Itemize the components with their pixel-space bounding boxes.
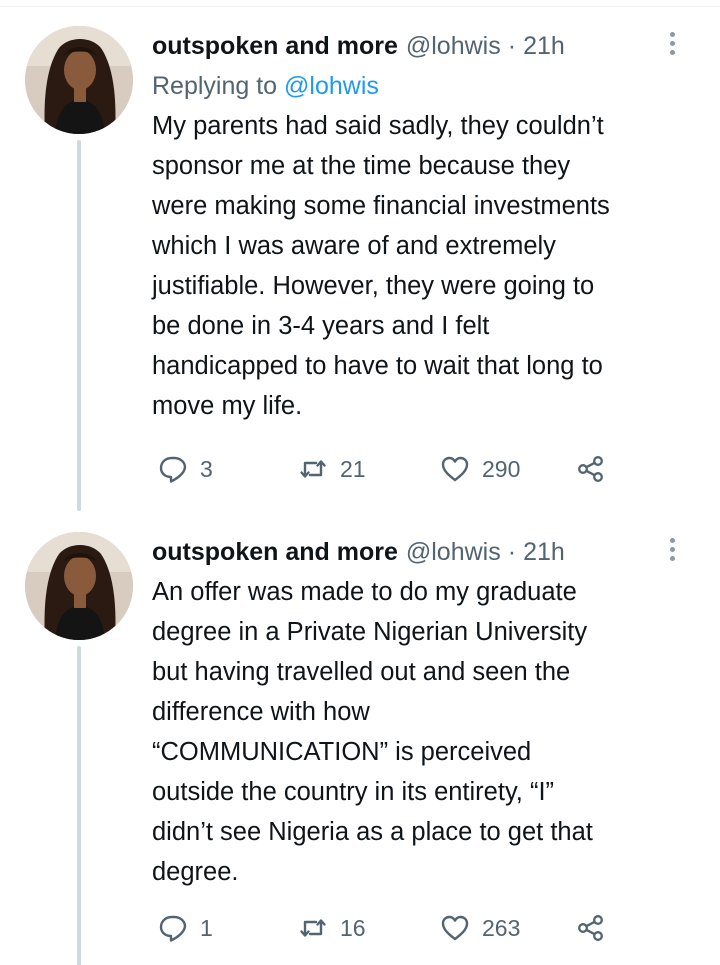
- retweet-icon: [300, 919, 326, 937]
- reply-count: 1: [200, 915, 213, 941]
- retweet-button[interactable]: 16: [298, 908, 366, 948]
- replying-to: Replying to @lohwis: [152, 66, 700, 106]
- retweet-count: 16: [340, 915, 366, 941]
- tweet[interactable]: outspoken and more @lohwis · 21h Replyin…: [0, 26, 720, 511]
- top-divider: [0, 6, 720, 7]
- reply-count: 3: [200, 456, 213, 482]
- separator-dot: ·: [507, 538, 517, 566]
- timestamp[interactable]: 21h: [523, 532, 565, 572]
- share-icon: [578, 456, 603, 482]
- reply-icon: [159, 456, 187, 483]
- like-button[interactable]: 290: [440, 449, 520, 489]
- replying-to-mention[interactable]: @lohwis: [284, 72, 379, 100]
- tweet-header: outspoken and more @lohwis · 21h: [152, 26, 700, 66]
- retweet-count: 21: [340, 456, 366, 482]
- share-icon: [578, 915, 603, 941]
- tweet[interactable]: outspoken and more @lohwis · 21h An offe…: [0, 532, 720, 965]
- like-count: 263: [482, 915, 521, 941]
- author-name[interactable]: outspoken and more: [152, 532, 398, 572]
- more-icon[interactable]: [668, 32, 676, 56]
- like-count: 290: [482, 456, 521, 482]
- tweet-actions: 3 21 290: [158, 449, 638, 489]
- avatar[interactable]: [25, 26, 133, 134]
- separator-dot: ·: [507, 32, 517, 60]
- reply-button[interactable]: 3: [158, 449, 213, 489]
- replying-to-label: Replying to: [152, 72, 278, 100]
- timestamp[interactable]: 21h: [523, 26, 565, 66]
- thread-line: [77, 646, 81, 965]
- tweet-header: outspoken and more @lohwis · 21h: [152, 532, 700, 572]
- share-button[interactable]: [576, 908, 606, 948]
- thread-line: [77, 140, 81, 511]
- tweet-text: An offer was made to do my graduate degr…: [152, 578, 593, 886]
- heart-icon: [441, 456, 469, 482]
- reply-button[interactable]: 1: [158, 908, 213, 948]
- like-button[interactable]: 263: [440, 908, 520, 948]
- avatar[interactable]: [25, 532, 133, 640]
- author-name[interactable]: outspoken and more: [152, 26, 398, 66]
- retweet-button[interactable]: 21: [298, 449, 366, 489]
- share-button[interactable]: [576, 449, 606, 489]
- tweet-text: My parents had said sadly, they couldn’t…: [152, 112, 610, 420]
- heart-icon: [441, 915, 469, 941]
- more-icon[interactable]: [668, 538, 676, 562]
- tweet-actions: 1 16 263: [158, 908, 638, 948]
- retweet-icon: [300, 460, 326, 478]
- author-handle[interactable]: @lohwis: [406, 532, 501, 572]
- author-handle[interactable]: @lohwis: [406, 26, 501, 66]
- reply-icon: [159, 915, 187, 942]
